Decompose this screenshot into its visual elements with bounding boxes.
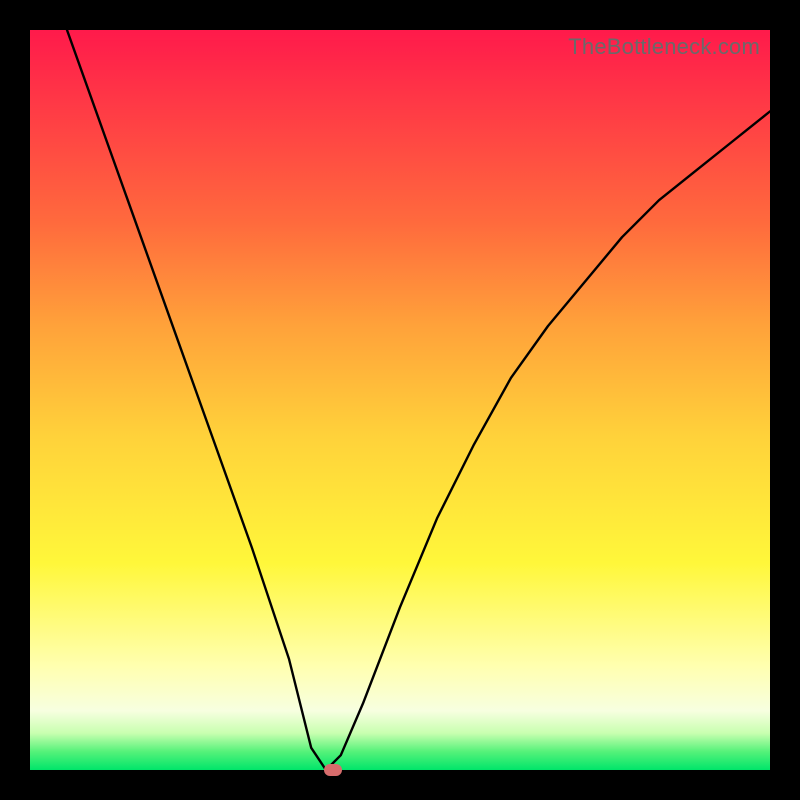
optimal-point-marker — [324, 764, 342, 776]
plot-area: TheBottleneck.com — [30, 30, 770, 770]
brand-watermark: TheBottleneck.com — [568, 34, 760, 60]
bottleneck-curve — [30, 30, 770, 770]
chart-frame: TheBottleneck.com — [0, 0, 800, 800]
